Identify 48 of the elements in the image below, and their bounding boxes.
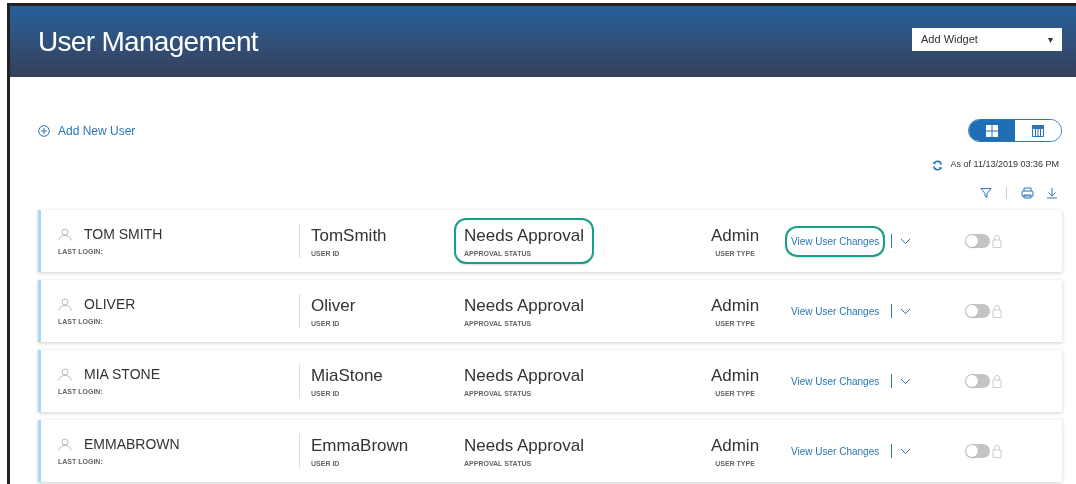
widget-select[interactable]: Add Widget ▾ — [912, 28, 1062, 51]
approval-status: Needs Approval — [464, 295, 585, 317]
user-name: TOM SMITH — [84, 225, 163, 245]
toggle-switch[interactable] — [965, 374, 990, 388]
user-type: Admin — [710, 295, 760, 317]
approval-status: Needs Approval — [464, 365, 585, 387]
refresh-icon[interactable] — [931, 159, 943, 171]
user-id: Oliver — [311, 295, 357, 317]
table-icon — [1032, 124, 1044, 137]
user-id: EmmaBrown — [311, 435, 410, 457]
user-icon — [58, 228, 72, 242]
timestamp: As of 11/13/2019 03:36 PM — [950, 158, 1059, 172]
lock-icon — [992, 374, 1002, 388]
chevron-down-icon[interactable] — [900, 307, 912, 315]
grid-icon — [986, 124, 998, 137]
chevron-down-icon[interactable] — [900, 377, 912, 385]
user-type: Admin — [710, 365, 760, 387]
lock-icon — [992, 234, 1002, 248]
user-name: EMMABROWN — [84, 435, 180, 455]
grid-view-tab[interactable] — [969, 120, 1015, 141]
approval-status: Needs Approval — [464, 225, 585, 247]
add-user-link[interactable]: Add New User — [38, 121, 136, 141]
view-changes-link[interactable]: View User Changes — [787, 367, 884, 395]
user-id: MiaStone — [311, 365, 384, 387]
toggle-switch[interactable] — [965, 304, 990, 318]
chevron-down-icon[interactable] — [900, 237, 912, 245]
view-changes-link[interactable]: View User Changes — [787, 297, 884, 325]
approval-status: Needs Approval — [464, 435, 585, 457]
user-id: TomSmith — [311, 225, 388, 247]
print-icon[interactable] — [1021, 187, 1034, 199]
lock-icon — [992, 444, 1002, 458]
filter-icon[interactable] — [980, 187, 992, 199]
plus-circle-icon — [38, 125, 50, 137]
download-icon[interactable] — [1046, 187, 1058, 199]
user-name: OLIVER — [84, 295, 136, 315]
toggle-switch[interactable] — [965, 234, 990, 248]
lock-icon — [992, 304, 1002, 318]
page-title: User Management — [38, 24, 258, 59]
chevron-down-icon[interactable] — [900, 447, 912, 455]
user-icon — [58, 298, 72, 312]
view-changes-link[interactable]: View User Changes — [787, 227, 884, 255]
user-type: Admin — [710, 225, 760, 247]
toggle-switch[interactable] — [965, 444, 990, 458]
user-icon — [58, 368, 72, 382]
user-icon — [58, 438, 72, 452]
view-changes-link[interactable]: View User Changes — [787, 437, 884, 465]
user-type: Admin — [710, 435, 760, 457]
user-name: MIA STONE — [84, 365, 160, 385]
